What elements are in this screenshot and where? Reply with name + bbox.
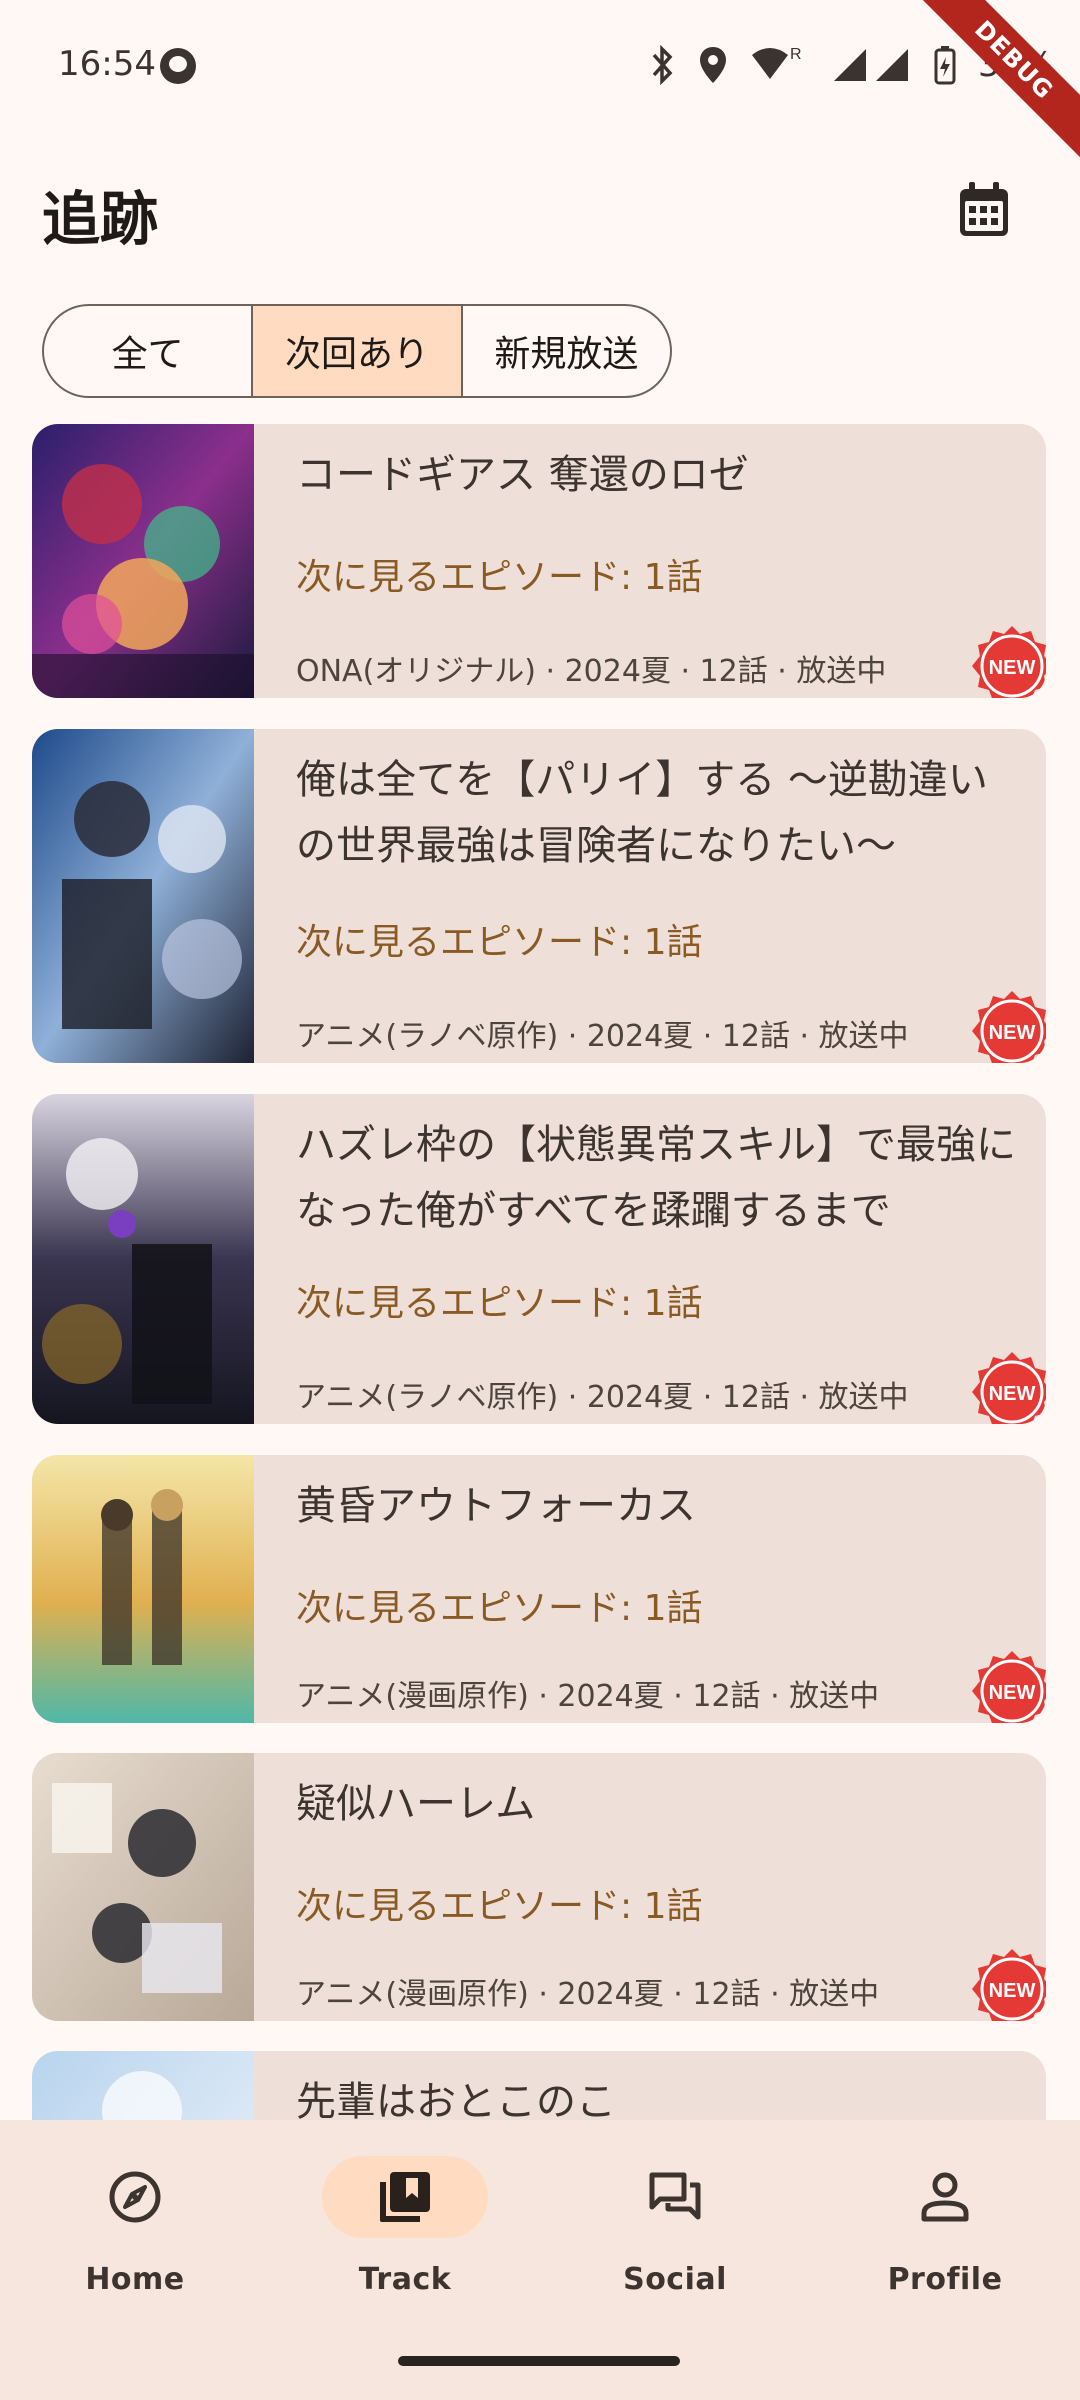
app-bar: 追跡 — [0, 150, 1080, 270]
new-badge-label: NEW — [989, 1383, 1036, 1405]
anime-list: コードギアス 奪還のロゼ 次に見るエピソード: 1話 ONA(オリジナル) · … — [32, 424, 1046, 2120]
home-indicator[interactable] — [398, 2356, 680, 2366]
anime-card[interactable]: 俺は全てを【パリイ】する ～逆勘違いの世界最強は冒険者になりたい～ 次に見るエピ… — [32, 729, 1046, 1063]
new-badge-label: NEW — [989, 1022, 1036, 1044]
anime-card[interactable]: ハズレ枠の【状態異常スキル】で最強になった俺がすべてを蹂躙するまで 次に見るエピ… — [32, 1094, 1046, 1424]
nav-home-indicator — [52, 2156, 218, 2238]
signal-icon — [834, 49, 908, 81]
anime-cover-image — [32, 729, 254, 1063]
nav-label: Home — [85, 2262, 185, 2297]
location-icon — [700, 47, 726, 83]
new-badge: NEW — [970, 1649, 1046, 1723]
wifi-icon: R — [752, 46, 802, 79]
svg-text:R: R — [790, 46, 802, 63]
anime-title: 黄昏アウトフォーカス — [296, 1483, 696, 1529]
anime-meta: アニメ(ラノベ原作) · 2024夏 · 12話 · 放送中 — [296, 1019, 909, 1054]
bluetooth-icon — [652, 45, 673, 85]
anime-title: 疑似ハーレム — [296, 1781, 536, 1827]
anime-card[interactable]: 疑似ハーレム 次に見るエピソード: 1話 アニメ(漫画原作) · 2024夏 ·… — [32, 1753, 1046, 2021]
anime-cover-image — [32, 1753, 254, 2021]
next-episode: 次に見るエピソード: 1話 — [296, 922, 703, 963]
nav-label: Profile — [887, 2262, 1003, 2297]
next-episode: 次に見るエピソード: 1話 — [296, 1588, 703, 1629]
nav-profile-indicator — [862, 2156, 1028, 2238]
anime-meta: ONA(オリジナル) · 2024夏 · 12話 · 放送中 — [296, 654, 887, 689]
new-badge-label: NEW — [989, 1980, 1036, 2002]
anime-meta: アニメ(漫画原作) · 2024夏 · 12話 · 放送中 — [296, 1679, 880, 1714]
page-title: 追跡 — [42, 185, 159, 253]
notification-icon — [160, 48, 196, 84]
anime-title: ハズレ枠の【状態異常スキル】で最強になった俺がすべてを蹂躙するまで — [296, 1122, 1016, 1234]
calendar-icon — [960, 182, 1008, 236]
battery-icon — [934, 46, 956, 85]
anime-meta: アニメ(漫画原作) · 2024夏 · 12話 · 放送中 — [296, 1977, 880, 2012]
filter-has-next[interactable]: 次回あり — [253, 306, 463, 396]
new-badge: NEW — [970, 1350, 1046, 1424]
anime-cover-image — [32, 424, 254, 698]
nav-track-indicator — [322, 2156, 488, 2238]
nav-home[interactable]: Home — [0, 2156, 270, 2336]
nav-social-indicator — [592, 2156, 758, 2238]
compass-icon — [109, 2171, 161, 2223]
anime-meta: アニメ(ラノベ原作) · 2024夏 · 12話 · 放送中 — [296, 1380, 909, 1415]
nav-label: Social — [623, 2262, 727, 2297]
filter-all[interactable]: 全て — [44, 306, 254, 396]
new-badge: NEW — [970, 1947, 1046, 2021]
new-badge-label: NEW — [989, 657, 1036, 679]
status-time: 16:54 — [58, 44, 156, 84]
anime-cover-image — [32, 2051, 254, 2120]
anime-card[interactable]: 黄昏アウトフォーカス 次に見るエピソード: 1話 アニメ(漫画原作) · 202… — [32, 1455, 1046, 1723]
calendar-button[interactable] — [944, 170, 1024, 250]
anime-cover-image — [32, 1094, 254, 1424]
anime-title: 俺は全てを【パリイ】する ～逆勘違いの世界最強は冒険者になりたい～ — [296, 757, 988, 869]
filter-new-airing[interactable]: 新規放送 — [463, 306, 670, 396]
nav-profile[interactable]: Profile — [810, 2156, 1080, 2336]
library-icon — [380, 2172, 430, 2222]
status-bar: 16:54 R 37% DEBUG — [0, 0, 1080, 168]
next-episode: 次に見るエピソード: 1話 — [296, 557, 703, 598]
nav-social[interactable]: Social — [540, 2156, 810, 2336]
filter-segmented-button: 全て 次回あり 新規放送 — [42, 304, 672, 398]
new-badge: NEW — [970, 624, 1046, 698]
nav-track[interactable]: Track — [270, 2156, 540, 2336]
anime-title: 先輩はおとこのこ — [296, 2079, 616, 2120]
anime-card[interactable]: コードギアス 奪還のロゼ 次に見るエピソード: 1話 ONA(オリジナル) · … — [32, 424, 1046, 698]
next-episode: 次に見るエピソード: 1話 — [296, 1886, 703, 1927]
new-badge: NEW — [970, 989, 1046, 1063]
anime-card[interactable]: 先輩はおとこのこ — [32, 2051, 1046, 2120]
next-episode: 次に見るエピソード: 1話 — [296, 1283, 703, 1324]
anime-cover-image — [32, 1455, 254, 1723]
forum-icon — [649, 2172, 701, 2220]
nav-label: Track — [358, 2262, 452, 2297]
new-badge-label: NEW — [989, 1682, 1036, 1704]
anime-title: コードギアス 奪還のロゼ — [296, 452, 749, 498]
person-icon — [921, 2172, 969, 2222]
